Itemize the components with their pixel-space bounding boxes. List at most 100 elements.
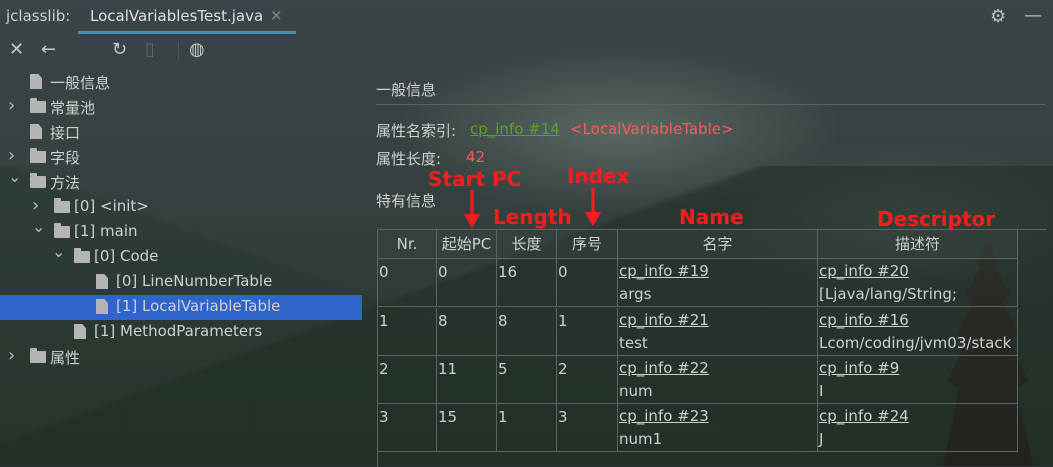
- tree-item-label: [0] LineNumberTable: [116, 272, 273, 290]
- index-arrow-icon: [585, 188, 601, 226]
- cell-length: 8: [498, 312, 508, 330]
- toolbar-separator: [178, 42, 179, 60]
- cell-start-pc: 0: [438, 263, 448, 281]
- file-icon: [30, 74, 42, 89]
- name-cp-info-link[interactable]: cp_info #19: [618, 262, 709, 280]
- tree-item[interactable]: [1] LocalVariableTable: [0, 295, 362, 320]
- minimize-icon[interactable]: —: [1024, 5, 1042, 26]
- chevron-right-icon[interactable]: ›: [8, 145, 15, 166]
- tree-item-label: [1] MethodParameters: [94, 322, 263, 340]
- folder-icon: [54, 223, 70, 238]
- file-icon: [74, 324, 86, 339]
- header-length[interactable]: 长度: [497, 230, 557, 259]
- tree-item-label: 属性: [50, 349, 81, 367]
- table-row[interactable]: 0 0 16 0 cp_info #19 args cp_info #20 [Ljava/la…: [378, 259, 1018, 307]
- variable-name: args: [619, 285, 652, 303]
- app-name: jclasslib:: [6, 7, 71, 25]
- folder-icon: [30, 148, 46, 163]
- tree-item-label: [1] main: [74, 222, 138, 240]
- header-index[interactable]: 序号: [557, 230, 618, 259]
- folder-icon: [30, 348, 46, 363]
- back-arrow-icon[interactable]: ←: [41, 40, 56, 60]
- local-variable-table: Nr. 起始PC 长度 序号 名字 描述符 0 0 16 0 cp_info #19 args cp_i…: [377, 229, 1047, 467]
- descriptor-cp-info-link[interactable]: cp_info #24: [818, 407, 909, 425]
- header-name[interactable]: 名字: [618, 230, 818, 259]
- attr-length-value: 42: [466, 148, 486, 166]
- cell-nr: 3: [379, 408, 389, 426]
- variable-descriptor: Lcom/coding/jvm03/stack: [819, 334, 1012, 352]
- header-descriptor[interactable]: 描述符: [818, 230, 1018, 259]
- descriptor-cp-info-link[interactable]: cp_info #16: [818, 311, 909, 329]
- cell-index: 2: [558, 360, 568, 378]
- folder-icon: [30, 98, 46, 113]
- bookmark-icon[interactable]: ▯: [145, 40, 155, 60]
- table-row[interactable]: 1 8 8 1 cp_info #21 test cp_info #16 Lcom/codin…: [378, 308, 1018, 356]
- variable-name: num: [619, 382, 653, 400]
- variable-descriptor: I: [819, 382, 824, 400]
- tab-localvariablestest[interactable]: LocalVariablesTest.java ×: [78, 0, 296, 34]
- chevron-down-icon[interactable]: ⌄: [8, 167, 21, 186]
- title-bar: jclasslib: LocalVariablesTest.java × ⚙ —: [0, 0, 1053, 34]
- globe-icon[interactable]: ◍: [189, 40, 205, 60]
- tree-item[interactable]: › [0] <init>: [0, 195, 362, 220]
- header-nr[interactable]: Nr.: [378, 230, 437, 259]
- variable-descriptor: [Ljava/lang/String;: [819, 285, 957, 303]
- folder-icon: [74, 248, 90, 263]
- cell-nr: 0: [379, 263, 389, 281]
- header-start-pc[interactable]: 起始PC: [437, 230, 497, 259]
- tree-item[interactable]: › 字段: [0, 145, 362, 170]
- tree-item[interactable]: 接口: [0, 120, 362, 145]
- tab-label: LocalVariablesTest.java: [90, 7, 264, 25]
- tree-item[interactable]: ⌄ [0] Code: [0, 242, 362, 270]
- variable-descriptor: J: [819, 430, 824, 448]
- annotation-length: Length: [493, 205, 572, 229]
- gear-icon[interactable]: ⚙: [990, 6, 1006, 27]
- chevron-down-icon[interactable]: ⌄: [32, 217, 45, 236]
- tree-item[interactable]: 一般信息: [0, 70, 362, 95]
- tree-item-label: 字段: [50, 149, 81, 167]
- tree-item[interactable]: › 属性: [0, 345, 362, 370]
- cell-length: 1: [498, 408, 508, 426]
- cell-nr: 2: [379, 360, 389, 378]
- name-cp-info-link[interactable]: cp_info #22: [618, 359, 709, 377]
- name-cp-info-link[interactable]: cp_info #23: [618, 407, 709, 425]
- tree-item-label: 接口: [50, 124, 81, 142]
- folder-icon: [30, 173, 46, 188]
- annotation-start-pc: Start PC: [428, 167, 522, 191]
- chevron-right-icon[interactable]: ›: [8, 95, 15, 116]
- chevron-right-icon[interactable]: ›: [8, 345, 15, 366]
- cell-index: 3: [558, 408, 568, 426]
- annotation-index: Index: [567, 164, 630, 188]
- attr-name-index-label: 属性名索引:: [376, 122, 457, 140]
- tree-item-label: 常量池: [50, 99, 96, 117]
- tree-item[interactable]: › 常量池: [0, 95, 362, 120]
- table-row[interactable]: 3 15 1 3 cp_info #23 num1 cp_info #24 J: [378, 404, 1018, 452]
- tab-close-icon[interactable]: ×: [270, 6, 283, 24]
- cell-start-pc: 15: [438, 408, 458, 426]
- file-icon: [96, 299, 108, 314]
- tree-item[interactable]: [0] LineNumberTable: [0, 270, 362, 295]
- attr-name-index-link[interactable]: cp_info #14: [470, 120, 560, 138]
- variable-name: num1: [619, 430, 663, 448]
- close-icon[interactable]: ✕: [9, 40, 24, 60]
- cell-index: 1: [558, 312, 568, 330]
- file-icon: [96, 274, 108, 289]
- cell-index: 0: [558, 263, 568, 281]
- cell-nr: 1: [379, 312, 389, 330]
- tree-item[interactable]: ⌄ 方法: [0, 167, 362, 195]
- chevron-down-icon[interactable]: ⌄: [52, 242, 65, 261]
- descriptor-cp-info-link[interactable]: cp_info #20: [818, 262, 909, 280]
- tree-item-label: 方法: [50, 174, 81, 192]
- name-cp-info-link[interactable]: cp_info #21: [618, 311, 709, 329]
- cell-length: 5: [498, 360, 508, 378]
- variable-name: test: [619, 334, 648, 352]
- tree-item[interactable]: [1] MethodParameters: [0, 320, 362, 345]
- descriptor-cp-info-link[interactable]: cp_info #9: [818, 359, 899, 377]
- section-divider: [376, 104, 1045, 105]
- table-row[interactable]: 2 11 5 2 cp_info #22 num cp_info #9 I: [378, 356, 1018, 404]
- section-specific-info: 特有信息: [376, 192, 437, 210]
- file-icon: [30, 124, 42, 139]
- refresh-icon[interactable]: ↻: [112, 40, 127, 60]
- tree-item-label: [0] <init>: [74, 197, 149, 215]
- chevron-right-icon[interactable]: ›: [32, 195, 39, 216]
